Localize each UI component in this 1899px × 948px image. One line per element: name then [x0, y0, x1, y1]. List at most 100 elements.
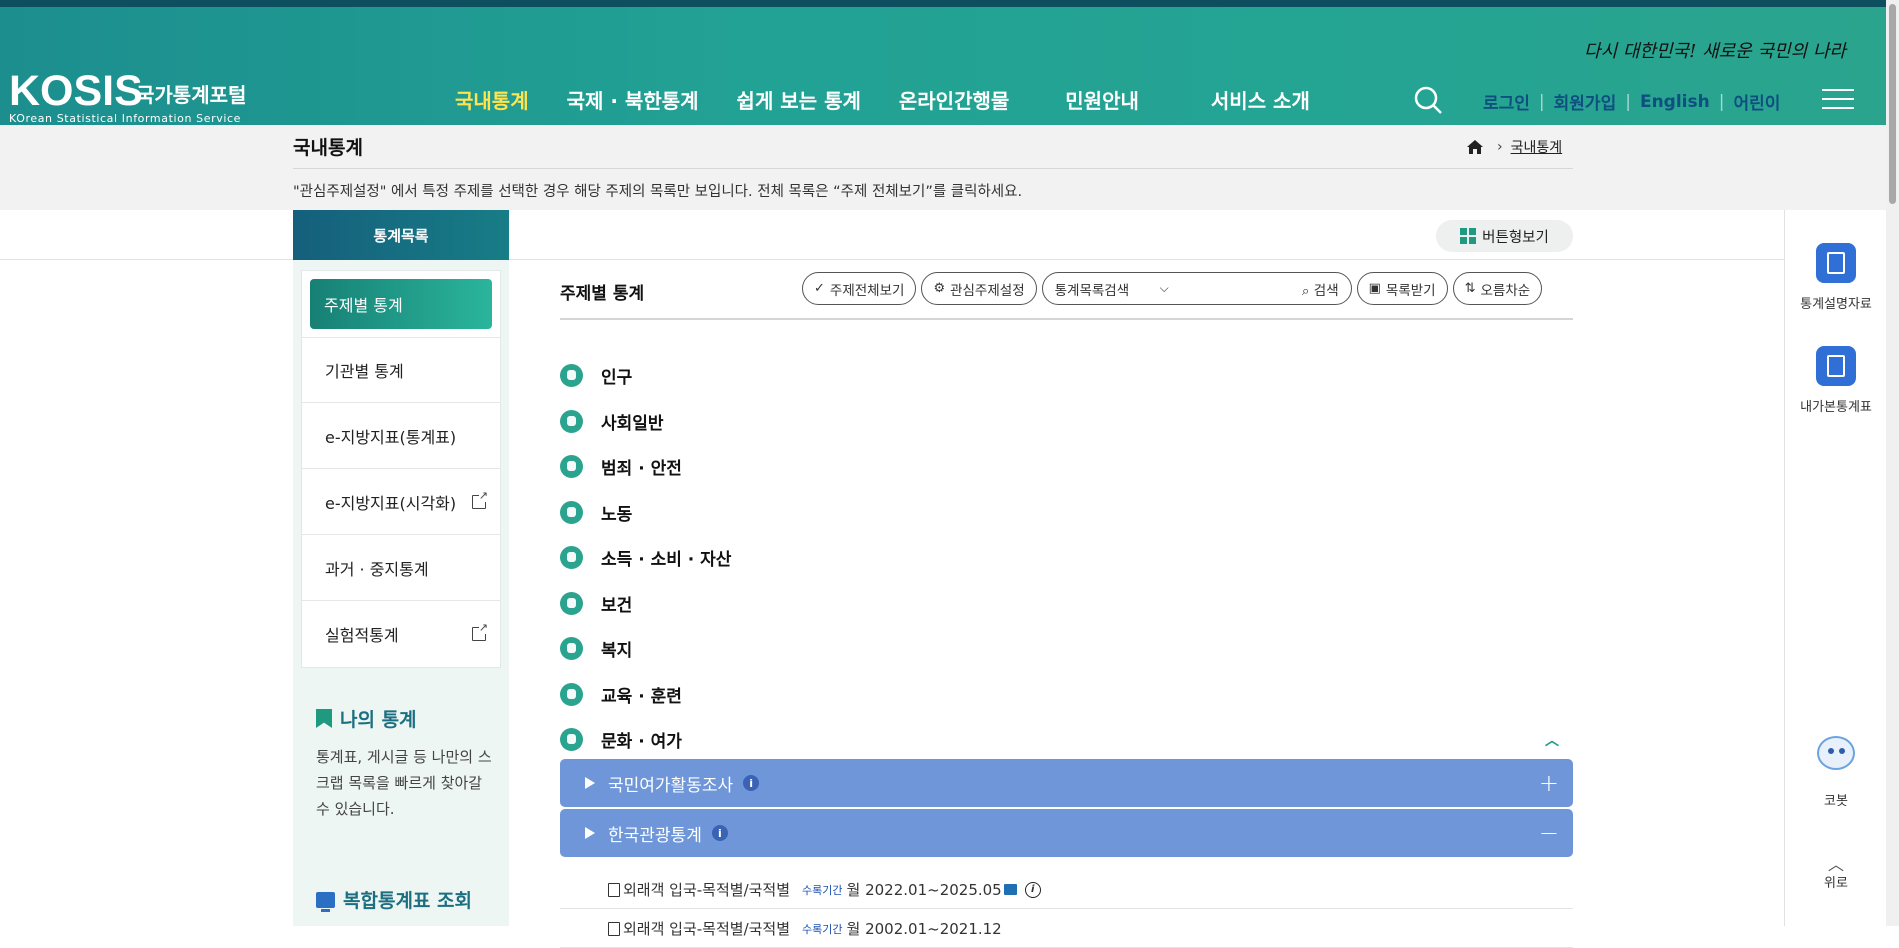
- nav-domestic[interactable]: 국내통계: [451, 85, 533, 128]
- category-label: 문화 · 여가: [601, 732, 682, 753]
- stat-group-label: 국민여가활동조사: [608, 775, 734, 796]
- table-name[interactable]: 외래객 입국-목적별/국적별: [623, 879, 790, 900]
- logo-subtitle: 국가통계포털: [136, 83, 247, 107]
- safety-icon: [560, 455, 583, 479]
- info-icon[interactable]: i: [743, 775, 760, 791]
- calendar-icon[interactable]: [1003, 884, 1017, 895]
- category-item[interactable]: 소득 · 소비 · 자산: [560, 535, 1573, 581]
- stat-group-bar[interactable]: 국민여가활동조사 i +: [560, 759, 1573, 807]
- search-icon[interactable]: [1413, 85, 1443, 115]
- quick-label: 코봇: [1824, 794, 1848, 809]
- monitor-icon: [316, 891, 335, 912]
- sidebar-item-label: 과거 · 중지통계: [325, 559, 429, 579]
- quick-stat-description[interactable]: 통계설명자료: [1785, 243, 1887, 312]
- quick-label: 내가본통계표: [1800, 400, 1872, 415]
- top-strip: [0, 0, 1899, 7]
- sidebar-item-label: e-지방지표(통계표): [325, 427, 457, 447]
- category-item[interactable]: 교육 · 훈련: [560, 672, 1573, 718]
- view-all-label: 주제전체보기: [829, 282, 905, 299]
- download-label: 목록받기: [1385, 282, 1436, 299]
- grid-icon: [1460, 228, 1477, 244]
- table-name[interactable]: 외래객 입국-목적별/국적별: [623, 918, 790, 939]
- sidebar-heading[interactable]: 통계목록: [293, 210, 509, 260]
- combo-table-link[interactable]: 복합통계표 조회: [316, 886, 472, 913]
- caret-right-icon: [585, 827, 595, 839]
- list-search: 통계목록검색 ⌵ ⌕ 검색: [1041, 272, 1352, 305]
- search-type-select[interactable]: 통계목록검색: [1055, 279, 1150, 299]
- info-icon[interactable]: i: [711, 825, 728, 841]
- kids-link[interactable]: 어린이: [1733, 89, 1780, 114]
- category-label: 노동: [601, 504, 633, 525]
- nav-easy-stats[interactable]: 쉽게 보는 통계: [737, 85, 861, 114]
- sort-button[interactable]: ⇅ 오름차순: [1452, 272, 1543, 305]
- divider: |: [1718, 91, 1725, 112]
- scrollbar[interactable]: [1886, 0, 1899, 926]
- site-header: KOSIS 국가통계포털 KOrean Statistical Informat…: [0, 7, 1886, 128]
- sidebar-item-local-table[interactable]: e-지방지표(통계표): [302, 403, 500, 469]
- my-stats-link[interactable]: 나의 통계: [316, 705, 496, 732]
- interest-settings-button[interactable]: ⚙ 관심주제설정: [921, 272, 1037, 305]
- chevron-right-icon: ›: [1497, 139, 1503, 155]
- breadcrumb: › 국내통계: [1467, 137, 1562, 157]
- english-link[interactable]: English: [1640, 92, 1710, 112]
- home-icon[interactable]: [1467, 140, 1483, 154]
- nav-service[interactable]: 서비스 소개: [1211, 85, 1310, 114]
- category-item[interactable]: 인구: [560, 353, 1573, 399]
- hamburger-menu-icon[interactable]: [1822, 89, 1854, 111]
- sidebar-item-label: e-지방지표(시각화): [325, 493, 457, 513]
- category-item[interactable]: 범죄 · 안전: [560, 444, 1573, 490]
- sidebar-item-past[interactable]: 과거 · 중지통계: [302, 535, 500, 601]
- scroll-top-button[interactable]: ︿ 위로: [1785, 855, 1887, 892]
- main-nav: 국내통계 국제 · 북한통계 쉽게 보는 통계 온라인간행물 민원안내 서비스 …: [451, 85, 1348, 128]
- sort-label: 오름차순: [1480, 282, 1531, 299]
- external-link-icon: [472, 489, 488, 509]
- sidebar-item-agency[interactable]: 기관별 통계: [302, 337, 500, 403]
- excel-icon: ▣: [1368, 281, 1381, 296]
- chevron-down-icon[interactable]: ⌵: [1160, 281, 1169, 296]
- category-label: 범죄 · 안전: [601, 459, 682, 480]
- view-all-button[interactable]: ✓ 주제전체보기: [802, 272, 917, 305]
- sidebar-item-local-visual[interactable]: e-지방지표(시각화): [302, 469, 500, 535]
- period-tag: 수록기간: [802, 883, 843, 897]
- login-link[interactable]: 로그인: [1483, 89, 1530, 114]
- category-label: 인구: [601, 368, 633, 389]
- category-item[interactable]: 복지: [560, 626, 1573, 672]
- bookmark-icon: [316, 709, 332, 728]
- external-link-icon: [472, 622, 488, 641]
- stat-group-bar[interactable]: 한국관광통계 i −: [560, 809, 1573, 857]
- collapse-icon[interactable]: −: [1539, 819, 1559, 847]
- table-row[interactable]: 외래객 입국-목적별/국적별 수록기간 월 2022.01~2025.05 i: [560, 871, 1573, 909]
- quick-recent-tables[interactable]: 내가본통계표: [1785, 346, 1887, 415]
- quick-label: 통계설명자료: [1800, 297, 1872, 312]
- signup-link[interactable]: 회원가입: [1554, 89, 1617, 114]
- chevron-up-icon: ︿: [1827, 855, 1844, 874]
- table-row[interactable]: 외래객 입국-목적별/국적별 수록기간 월 2002.01~2021.12: [560, 910, 1573, 948]
- nav-civil[interactable]: 민원안내: [1065, 85, 1139, 114]
- category-item[interactable]: 문화 · 여가 ︿: [560, 717, 1573, 763]
- labor-icon: [560, 500, 583, 524]
- search-icon: ⌕: [1301, 282, 1310, 299]
- culture-icon: [560, 728, 583, 752]
- search-button[interactable]: ⌕ 검색: [1302, 279, 1339, 299]
- category-item[interactable]: 노동: [560, 490, 1573, 536]
- document-icon: [1816, 243, 1856, 283]
- expand-icon[interactable]: +: [1539, 769, 1559, 797]
- quick-menu: 통계설명자료 내가본통계표 코봇 ︿ 위로: [1784, 210, 1886, 926]
- sidebar-item-experimental[interactable]: 실험적통계: [302, 601, 500, 667]
- interest-label: 관심주제설정: [950, 282, 1025, 299]
- chevron-up-icon[interactable]: ︿: [1545, 730, 1559, 750]
- nav-international[interactable]: 국제 · 북한통계: [567, 85, 699, 114]
- download-list-button[interactable]: ▣ 목록받기: [1356, 272, 1448, 305]
- nav-publications[interactable]: 온라인간행물: [899, 85, 1009, 114]
- info-icon[interactable]: i: [1024, 881, 1041, 898]
- sidebar-item-topic[interactable]: 주제별 통계: [310, 279, 492, 329]
- kosis-logo[interactable]: KOSIS 국가통계포털 KOrean Statistical Informat…: [9, 67, 246, 125]
- category-item[interactable]: 사회일반: [560, 399, 1573, 445]
- button-view-toggle[interactable]: 버튼형보기: [1436, 220, 1573, 252]
- period-value: 월 2002.01~2021.12: [846, 920, 1002, 938]
- search-input[interactable]: [1180, 281, 1281, 296]
- quick-chatbot[interactable]: 코봇: [1785, 730, 1887, 809]
- category-item[interactable]: 보건: [560, 581, 1573, 627]
- scrollbar-thumb[interactable]: [1889, 4, 1896, 204]
- breadcrumb-current[interactable]: 국내통계: [1511, 137, 1563, 157]
